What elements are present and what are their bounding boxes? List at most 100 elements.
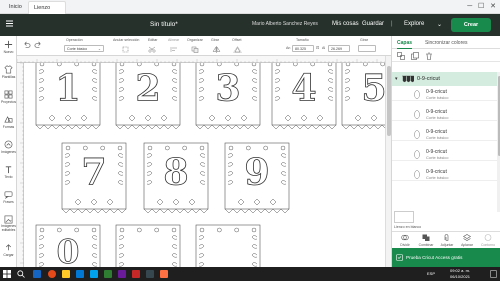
number-tile-1[interactable]: 1	[35, 63, 101, 130]
number-tile-7[interactable]: 7	[61, 142, 127, 214]
rotate-input[interactable]	[358, 45, 376, 52]
number-tile-2[interactable]: 2	[115, 63, 181, 130]
windows-search-icon[interactable]	[17, 270, 25, 278]
menu-icon[interactable]	[5, 19, 14, 28]
leftbar-item-text[interactable]: Texto	[0, 163, 17, 185]
edit-toolbar: Operación Corte básico ⌄ Anular selecció…	[17, 36, 391, 56]
layer-item[interactable]: 0-9-cricut Corte básico	[392, 107, 497, 121]
slice-button[interactable]: Dividir	[395, 234, 415, 247]
number-tile-9[interactable]: 9	[224, 142, 290, 214]
collapse-icon[interactable]: ▾	[395, 76, 398, 82]
layer-item[interactable]: 0-9-cricut Corte básico	[392, 127, 497, 141]
height-input[interactable]: 26.269	[328, 45, 350, 52]
number-tile-blank-a[interactable]	[115, 224, 181, 267]
file-explorer-icon[interactable]	[62, 270, 70, 278]
taskview-icon[interactable]	[33, 270, 41, 278]
chrome-icon[interactable]	[48, 270, 56, 278]
design-canvas[interactable]: 1 2 3 4 5 7 8 9 0	[24, 63, 385, 267]
leftbar-item-new[interactable]: Nuevo	[0, 38, 17, 60]
tab-lienzo[interactable]: Lienzo	[28, 1, 66, 14]
browser-tab-bar: Inicio Lienzo ─ ☐ ✕	[0, 0, 500, 14]
machine-selector[interactable]: Explore	[404, 21, 424, 27]
layer-item[interactable]: 0-9-cricut Corte básico	[392, 147, 497, 161]
flip-button[interactable]: Girar	[211, 38, 219, 42]
make-it-button[interactable]: Crear	[451, 18, 491, 32]
leftbar-item-templates[interactable]: Plantillas	[0, 63, 17, 85]
leftbar-item-images[interactable]: Imágenes	[0, 138, 17, 160]
windows-taskbar: ESP 09:02 a. m. 06/10/2021	[0, 267, 500, 281]
layer-group-row[interactable]: ▾ 0-9-cricut	[392, 72, 497, 86]
clock-time[interactable]: 09:02 a. m.	[450, 268, 470, 273]
header-divider: |	[391, 21, 393, 27]
leftbar-label: Formas	[2, 125, 15, 129]
language-indicator[interactable]: ESP	[427, 271, 435, 276]
contour-button[interactable]: Contorno	[478, 234, 498, 247]
flatten-button[interactable]: Aplanar	[457, 234, 477, 247]
edge-icon[interactable]	[76, 270, 84, 278]
panel-tabs: Capas Sincronizar colores	[392, 36, 500, 49]
app-taskbar-icon[interactable]	[118, 270, 126, 278]
lock-icon[interactable]: ⊡	[316, 45, 319, 50]
redo-icon[interactable]	[34, 41, 43, 50]
layer-type: Corte básico	[426, 95, 449, 100]
tile-number: 8	[163, 151, 188, 194]
save-link[interactable]: Guardar	[362, 21, 384, 27]
cricut-access-banner[interactable]: Prueba Cricut Access gratis	[392, 248, 500, 267]
number-tile-0[interactable]: 0	[35, 224, 101, 267]
store-icon[interactable]	[90, 270, 98, 278]
app2-taskbar-icon[interactable]	[132, 270, 140, 278]
layer-shape-icon	[414, 90, 420, 99]
chevron-down-icon[interactable]: ⌄	[437, 21, 442, 28]
tab-layers[interactable]: Capas	[397, 40, 413, 49]
cricut-access-text: Prueba Cricut Access gratis	[406, 255, 463, 260]
operation-select[interactable]: Corte básico ⌄	[64, 45, 104, 52]
app4-taskbar-icon[interactable]	[160, 270, 168, 278]
undo-icon[interactable]	[22, 41, 31, 50]
tab-inicio[interactable]: Inicio	[4, 1, 27, 14]
contour-label: Contorno	[481, 243, 495, 247]
width-input[interactable]: 80.325	[292, 45, 314, 52]
duplicate-icon[interactable]	[411, 52, 419, 60]
align-button[interactable]: Alinear	[168, 38, 179, 42]
window-controls[interactable]: ─ ☐ ✕	[440, 2, 500, 12]
plus-icon	[4, 40, 13, 49]
combine-button[interactable]: Combinar	[415, 234, 437, 247]
deselect-button[interactable]: Anular selección	[113, 38, 139, 42]
app3-taskbar-icon[interactable]	[146, 270, 154, 278]
attach-label: Adjuntar	[440, 243, 454, 247]
ruler-left	[17, 62, 24, 267]
cricut-taskbar-icon[interactable]	[104, 270, 112, 278]
windows-start-icon[interactable]	[3, 270, 11, 278]
attach-button[interactable]: Adjuntar	[437, 234, 457, 247]
layer-item[interactable]: 0-9-cricut Corte básico	[392, 167, 497, 181]
garland-icon	[402, 75, 414, 83]
number-tile-5[interactable]: 5	[341, 63, 385, 130]
quote-icon	[4, 191, 13, 199]
tab-color-sync[interactable]: Sincronizar colores	[425, 40, 468, 46]
blank-canvas-swatch[interactable]	[394, 211, 414, 223]
my-projects-link[interactable]: Mis cosas	[332, 21, 359, 27]
tile-number: 5	[361, 67, 385, 110]
notification-icon[interactable]	[490, 270, 497, 278]
grid-icon	[4, 90, 13, 99]
leftbar-item-phrases[interactable]: Frases	[0, 188, 17, 210]
height-prefix: Al	[322, 46, 326, 50]
number-tile-blank-b[interactable]	[195, 224, 261, 267]
clock-date[interactable]: 06/10/2021	[450, 274, 470, 279]
leftbar-item-projects[interactable]: Proyectos	[0, 88, 17, 110]
offset-button[interactable]: Offset	[232, 38, 242, 42]
trash-icon[interactable]	[425, 52, 433, 60]
leftbar-item-upload[interactable]: Cargar	[0, 241, 17, 263]
tile-number: 2	[135, 67, 160, 110]
layer-item[interactable]: 0-9-cricut Corte básico	[392, 87, 497, 101]
leftbar-item-shapes[interactable]: Formas	[0, 113, 17, 135]
number-tile-3[interactable]: 3	[195, 63, 261, 130]
size-label: Tamaño	[296, 38, 309, 42]
leftbar-item-editable-images[interactable]: Imágenes editables	[0, 213, 17, 239]
number-tile-8[interactable]: 8	[143, 142, 209, 214]
group-icon[interactable]	[397, 52, 405, 60]
number-tile-4[interactable]: 4	[271, 63, 337, 130]
arrange-button[interactable]: Organizar	[187, 38, 203, 42]
user-name[interactable]: Mario Alberto Sanchez Reyes	[252, 21, 318, 27]
edit-button[interactable]: Editar	[148, 38, 157, 42]
